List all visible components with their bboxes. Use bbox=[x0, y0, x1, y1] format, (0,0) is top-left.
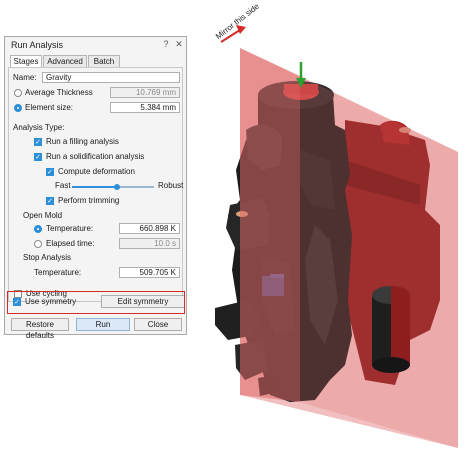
filling-analysis-label: Run a filling analysis bbox=[46, 137, 119, 146]
solidification-analysis-label: Run a solidification analysis bbox=[46, 152, 145, 161]
analysis-type-heading: Analysis Type: bbox=[13, 123, 65, 132]
stop-analysis-heading: Stop Analysis bbox=[23, 253, 72, 262]
perform-trimming-label: Perform trimming bbox=[58, 196, 120, 205]
slider-thumb[interactable] bbox=[114, 184, 121, 190]
elapsed-time-label: Elapsed time: bbox=[46, 239, 95, 248]
mirror-plane-overlay bbox=[300, 76, 458, 448]
filling-analysis-checkbox[interactable]: ✓ bbox=[34, 138, 42, 146]
run-button[interactable]: Run bbox=[76, 318, 130, 331]
stop-temperature-field[interactable]: 509.705 K bbox=[119, 267, 180, 278]
symmetry-highlight-box bbox=[7, 291, 185, 314]
open-mold-temperature-field[interactable]: 660.898 K bbox=[119, 223, 180, 234]
element-size-field[interactable]: 5.384 mm bbox=[110, 102, 180, 113]
speed-robustness-slider[interactable] bbox=[72, 184, 154, 190]
elapsed-time-field: 10.0 s bbox=[119, 238, 180, 249]
elapsed-time-radio[interactable] bbox=[34, 240, 42, 248]
element-size-radio[interactable] bbox=[14, 104, 22, 112]
mirror-plane-front bbox=[240, 48, 300, 402]
tab-advanced[interactable]: Advanced bbox=[43, 55, 87, 67]
open-mold-temperature-radio[interactable] bbox=[34, 225, 42, 233]
average-thickness-radio[interactable] bbox=[14, 89, 22, 97]
fast-label: Fast bbox=[55, 181, 71, 190]
stages-tab-content: Name: Gravity Average Thickness 10.769 m… bbox=[8, 67, 183, 302]
open-mold-temperature-label: Temperature: bbox=[46, 224, 94, 233]
panel-title: Run Analysis bbox=[11, 40, 64, 50]
compute-deformation-checkbox[interactable]: ✓ bbox=[46, 168, 54, 176]
name-field[interactable]: Gravity bbox=[42, 72, 180, 83]
open-mold-heading: Open Mold bbox=[23, 211, 63, 220]
name-label: Name: bbox=[13, 73, 37, 82]
average-thickness-field: 10.769 mm bbox=[110, 87, 180, 98]
compute-deformation-label: Compute deformation bbox=[58, 167, 135, 176]
stop-temperature-label: Temperature: bbox=[34, 268, 82, 277]
robust-label: Robust bbox=[158, 181, 184, 190]
solidification-analysis-checkbox[interactable]: ✓ bbox=[34, 153, 42, 161]
restore-defaults-button[interactable]: Restore defaults bbox=[11, 318, 69, 340]
tab-batch[interactable]: Batch bbox=[88, 55, 120, 67]
cylinder-boss bbox=[372, 286, 410, 373]
slider-fill bbox=[72, 186, 118, 188]
close-icon[interactable]: ✕ bbox=[174, 39, 184, 49]
average-thickness-label: Average Thickness bbox=[25, 88, 93, 97]
close-button[interactable]: Close bbox=[134, 318, 182, 331]
element-size-label: Element size: bbox=[25, 103, 74, 112]
help-icon[interactable]: ? bbox=[161, 39, 171, 49]
perform-trimming-checkbox[interactable]: ✓ bbox=[46, 197, 54, 205]
panel-title-bar[interactable]: Run Analysis ? ✕ bbox=[5, 37, 186, 52]
